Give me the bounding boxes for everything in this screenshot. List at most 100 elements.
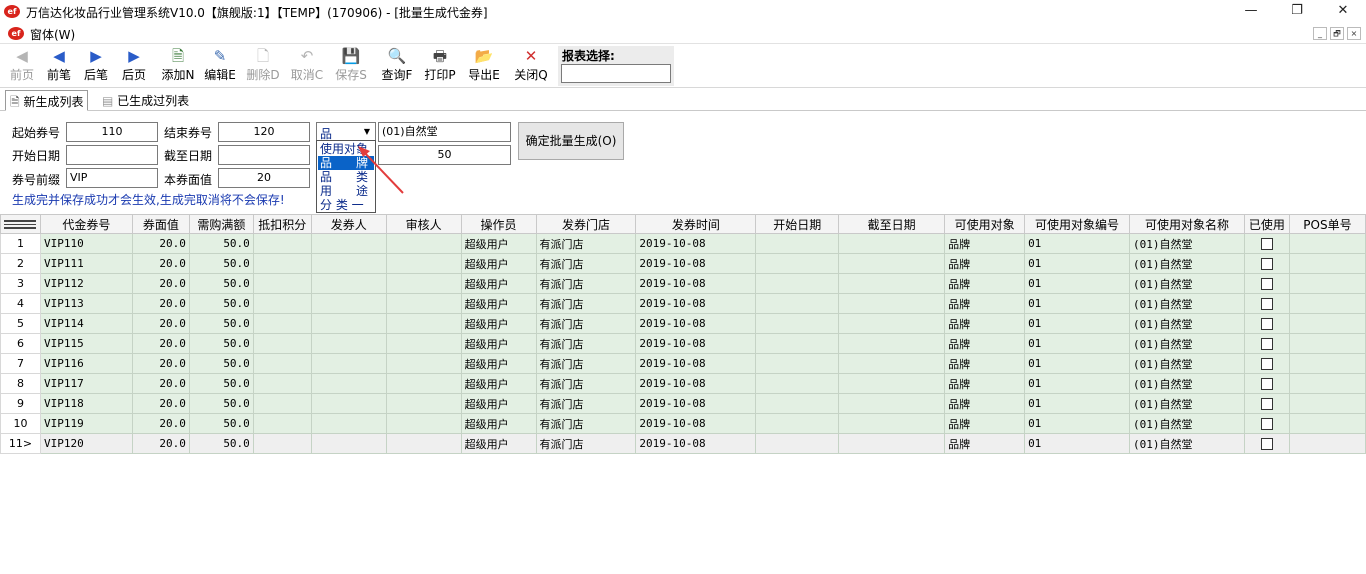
- cell-target-no[interactable]: 01: [1024, 353, 1131, 374]
- row-number[interactable]: 1: [0, 233, 41, 254]
- table-row[interactable]: 11> VIP120 20.0 50.0 超级用户 有派门店 2019-10-08 品牌 01(…: [0, 433, 1366, 454]
- generate-batch-button[interactable]: 确定批量生成(O): [518, 122, 624, 160]
- cell-auditor[interactable]: [385, 393, 462, 414]
- column-header[interactable]: 开始日期: [755, 214, 840, 234]
- toolbar-button-undo[interactable]: ↶ 取消C: [287, 45, 327, 88]
- cell-target[interactable]: 品牌: [944, 393, 1026, 414]
- toolbar-button-add[interactable]: 🗎 添加N: [157, 45, 199, 88]
- toolbar-button-prev-record[interactable]: ◀ 前笔: [41, 45, 77, 88]
- cell-target-no[interactable]: 01: [1024, 413, 1131, 434]
- column-header[interactable]: 代金券号: [39, 214, 133, 234]
- used-checkbox[interactable]: [1260, 358, 1273, 370]
- cell-start[interactable]: [755, 313, 840, 334]
- cell-end[interactable]: [838, 353, 946, 374]
- cell-target[interactable]: 品牌: [944, 293, 1026, 314]
- cell-issue-time[interactable]: 2019-10-08: [635, 433, 757, 454]
- cell-target-no[interactable]: 01: [1024, 433, 1131, 454]
- used-cell[interactable]: [1243, 313, 1290, 334]
- cell-end[interactable]: [838, 373, 946, 394]
- table-row[interactable]: 4 VIP113 20.0 50.0 超级用户 有派门店 2019-10-08 品牌 01 (01…: [0, 293, 1366, 314]
- column-header[interactable]: 可使用对象编号: [1024, 214, 1131, 234]
- column-header[interactable]: 发券时间: [635, 214, 757, 234]
- cell-auditor[interactable]: [385, 333, 462, 354]
- cell-points[interactable]: [252, 253, 312, 274]
- cell-end[interactable]: [838, 253, 946, 274]
- cell-min[interactable]: 50.0: [188, 233, 254, 254]
- column-header[interactable]: 已使用: [1243, 214, 1290, 234]
- cell-operator[interactable]: 超级用户: [460, 413, 537, 434]
- used-cell[interactable]: [1243, 353, 1290, 374]
- column-header[interactable]: POS单号: [1288, 214, 1366, 234]
- cell-start[interactable]: [755, 433, 840, 454]
- cell-store[interactable]: 有派门店: [535, 313, 637, 334]
- cell-pos[interactable]: [1288, 353, 1366, 374]
- cell-start[interactable]: [755, 413, 840, 434]
- mdi-restore-button[interactable]: 🗗: [1330, 27, 1344, 40]
- used-checkbox[interactable]: [1260, 298, 1273, 310]
- cell-face[interactable]: 20.0: [131, 413, 190, 434]
- cell-issuer[interactable]: [310, 313, 387, 334]
- cell-store[interactable]: 有派门店: [535, 433, 637, 454]
- target-name-input[interactable]: (01)自然堂: [378, 122, 511, 142]
- cell-points[interactable]: [252, 433, 312, 454]
- mdi-close-button[interactable]: ×: [1347, 27, 1361, 40]
- cell-pos[interactable]: [1288, 313, 1366, 334]
- row-number[interactable]: 4: [0, 293, 41, 314]
- cell-points[interactable]: [252, 373, 312, 394]
- cell-issue-time[interactable]: 2019-10-08: [635, 333, 757, 354]
- cell-store[interactable]: 有派门店: [535, 333, 637, 354]
- cell-face[interactable]: 20.0: [131, 393, 190, 414]
- cell-store[interactable]: 有派门店: [535, 353, 637, 374]
- cell-issuer[interactable]: [310, 353, 387, 374]
- cell-points[interactable]: [252, 353, 312, 374]
- cell-store[interactable]: 有派门店: [535, 373, 637, 394]
- row-number[interactable]: 10: [0, 413, 41, 434]
- cell-pos[interactable]: [1288, 333, 1366, 354]
- toolbar-button-next-record[interactable]: ▶ 后笔: [78, 45, 114, 88]
- chevron-down-icon[interactable]: ▼: [360, 124, 374, 140]
- cell-target-no[interactable]: 01: [1024, 393, 1131, 414]
- tab-new-list[interactable]: 🗎 新生成列表: [5, 90, 89, 111]
- row-number[interactable]: 8: [0, 373, 41, 394]
- cell-pos[interactable]: [1288, 273, 1366, 294]
- used-cell[interactable]: [1243, 293, 1290, 314]
- cell-target-no[interactable]: 01: [1024, 273, 1131, 294]
- table-row[interactable]: 3 VIP112 20.0 50.0 超级用户 有派门店 2019-10-08 品牌 01 (01…: [0, 273, 1366, 294]
- cell-face[interactable]: 20.0: [131, 353, 190, 374]
- cell-min[interactable]: 50.0: [188, 293, 254, 314]
- cell-points[interactable]: [252, 313, 312, 334]
- minimize-button[interactable]: —: [1228, 0, 1274, 24]
- cell-target-no[interactable]: 01: [1024, 373, 1131, 394]
- prefix-input[interactable]: VIP: [66, 168, 158, 188]
- end-no-input[interactable]: 120: [218, 122, 310, 142]
- table-row[interactable]: 9 VIP118 20.0 50.0 超级用户 有派门店 2019-10-08 品牌 01 (01…: [0, 393, 1366, 414]
- cell-pos[interactable]: [1288, 433, 1366, 454]
- cell-target-name[interactable]: (01)自然堂: [1129, 293, 1245, 314]
- cell-issuer[interactable]: [310, 373, 387, 394]
- cell-auditor[interactable]: [385, 273, 462, 294]
- cell-start[interactable]: [755, 253, 840, 274]
- cell-issuer[interactable]: [310, 333, 387, 354]
- cell-pos[interactable]: [1288, 293, 1366, 314]
- cell-target[interactable]: 品牌: [944, 233, 1026, 254]
- cell-target[interactable]: 品牌: [944, 253, 1026, 274]
- cell-code[interactable]: VIP110: [39, 233, 133, 254]
- cell-face[interactable]: 20.0: [131, 433, 190, 454]
- cell-store[interactable]: 有派门店: [535, 393, 637, 414]
- cell-code[interactable]: VIP117: [39, 373, 133, 394]
- report-selector-input[interactable]: [561, 64, 671, 83]
- cell-operator[interactable]: 超级用户: [460, 293, 537, 314]
- column-header[interactable]: 发券门店: [535, 214, 637, 234]
- cell-code[interactable]: VIP111: [39, 253, 133, 274]
- column-header[interactable]: 截至日期: [838, 214, 946, 234]
- table-row[interactable]: 1 VIP110 20.0 50.0 超级用户 有派门店 2019-10-08 品牌 01 (01…: [0, 233, 1366, 254]
- row-number[interactable]: 9: [0, 393, 41, 414]
- row-number[interactable]: 5: [0, 313, 41, 334]
- cell-auditor[interactable]: [385, 373, 462, 394]
- cell-operator[interactable]: 超级用户: [460, 433, 537, 454]
- used-cell[interactable]: [1243, 393, 1290, 414]
- cell-end[interactable]: [838, 413, 946, 434]
- start-no-input[interactable]: 110: [66, 122, 158, 142]
- row-number[interactable]: 2: [0, 253, 41, 274]
- cell-start[interactable]: [755, 353, 840, 374]
